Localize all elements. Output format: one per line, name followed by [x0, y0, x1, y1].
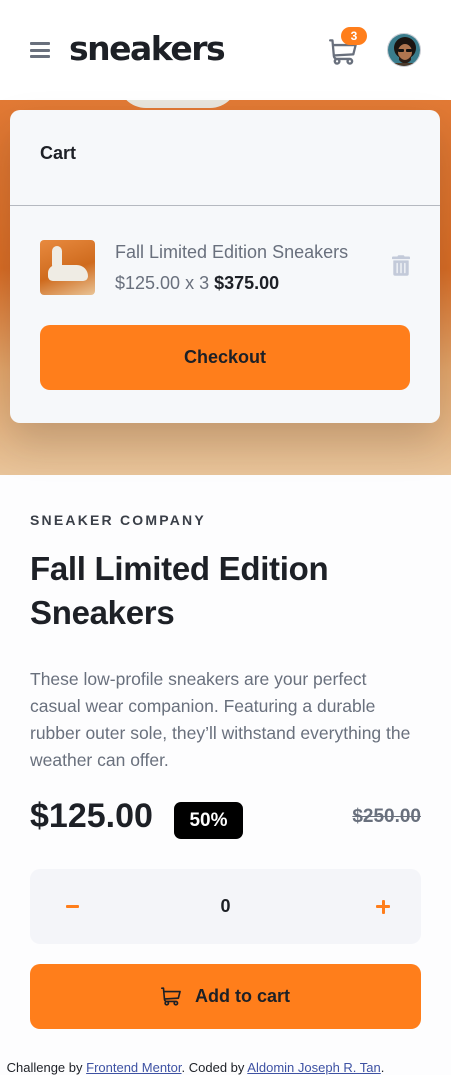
add-to-cart-button[interactable]: Add to cart: [30, 964, 421, 1029]
original-price: $250.00: [352, 806, 421, 827]
product-details: SNEAKER COMPANY Fall Limited Edition Sne…: [0, 475, 451, 1075]
cart-button[interactable]: 3: [329, 27, 367, 65]
cart-item-multiplier: x 3: [185, 273, 210, 293]
company-name: SNEAKER COMPANY: [30, 512, 206, 528]
avatar-photo: [388, 34, 420, 66]
top-header: sneakers 3: [0, 0, 451, 100]
attribution-middle: . Coded by: [181, 1060, 245, 1075]
cart-dropdown: Cart Fall Limited Edition Sneakers $125.…: [10, 110, 440, 423]
hero-shoe-shape: [118, 100, 238, 108]
author-link[interactable]: Aldomin Joseph R. Tan: [247, 1060, 380, 1075]
cart-item-pricing: $125.00 x 3 $375.00: [115, 273, 279, 294]
decrease-quantity-button[interactable]: [52, 869, 92, 944]
attribution-suffix: .: [380, 1060, 385, 1075]
price-row: $125.00 50% $250.00: [30, 797, 421, 842]
menu-icon[interactable]: [30, 42, 50, 58]
minus-icon: [65, 905, 79, 908]
discount-badge: 50%: [174, 802, 243, 839]
cart-item-thumbnail: [40, 240, 95, 295]
cart-item-total: $375.00: [214, 273, 280, 293]
checkout-button[interactable]: Checkout: [40, 325, 410, 390]
delete-item-button[interactable]: [392, 255, 410, 276]
frontend-mentor-link[interactable]: Frontend Mentor: [86, 1060, 181, 1075]
current-price: $125.00: [30, 797, 153, 835]
quantity-stepper: 0: [30, 869, 421, 944]
logo[interactable]: sneakers: [69, 32, 226, 65]
cart-count-badge: 3: [341, 27, 367, 45]
trash-icon: [392, 255, 410, 276]
avatar[interactable]: [387, 33, 421, 67]
add-to-cart-label: Add to cart: [194, 986, 290, 1006]
cart-item-name: Fall Limited Edition Sneakers: [115, 242, 349, 262]
increase-quantity-button[interactable]: [363, 869, 403, 944]
cart-item-unit-price: $125.00: [115, 273, 181, 293]
cart-title: Cart: [40, 143, 77, 163]
attribution-prefix: Challenge by: [6, 1060, 83, 1075]
cart-icon: [160, 987, 181, 1006]
attribution: Challenge by Frontend Mentor. Coded by A…: [0, 1060, 421, 1075]
product-title: Fall Limited Edition Sneakers: [30, 550, 329, 631]
header-actions: 3: [329, 27, 421, 67]
cart-item: Fall Limited Edition Sneakers $125.00 x …: [10, 206, 440, 325]
product-description: These low-profile sneakers are your perf…: [30, 669, 411, 770]
